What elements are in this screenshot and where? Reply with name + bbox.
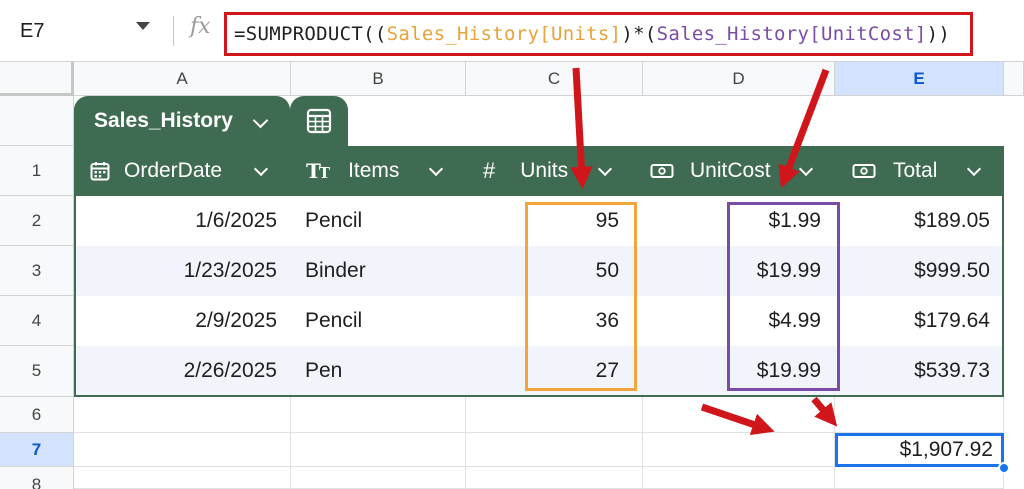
column-header-b[interactable]: B	[291, 62, 466, 96]
cell-e8[interactable]	[835, 467, 1004, 489]
text-type-icon: TT	[306, 159, 330, 183]
table-header-units[interactable]: # Units	[483, 146, 568, 196]
column-header-e[interactable]: E	[835, 62, 1004, 96]
row-header-8[interactable]: 8	[0, 467, 74, 489]
table-grid-icon	[306, 108, 332, 134]
cell-item[interactable]: Binder	[305, 246, 465, 296]
currency-icon	[650, 164, 674, 178]
select-all-corner[interactable]	[0, 62, 74, 96]
table-name: Sales_History	[94, 109, 233, 132]
column-header-c[interactable]: C	[466, 62, 643, 96]
unitcost-column-highlight	[727, 202, 840, 391]
cell-c8[interactable]	[466, 467, 643, 489]
table-header-unitcost[interactable]: UnitCost	[650, 146, 771, 196]
row-header-6[interactable]: 6	[0, 397, 74, 433]
cell-total[interactable]: $999.50	[835, 246, 990, 296]
row-header-4[interactable]: 4	[0, 296, 74, 346]
cell-a7[interactable]	[74, 433, 291, 467]
column-header-f[interactable]	[1004, 62, 1024, 96]
cell-orderdate[interactable]: 1/23/2025	[74, 246, 277, 296]
table-view-button[interactable]	[290, 96, 348, 146]
row-header-1[interactable]: 1	[0, 146, 74, 196]
number-sign-icon: #	[483, 158, 496, 183]
column-header-d[interactable]: D	[643, 62, 835, 96]
cell-d7[interactable]	[643, 433, 835, 467]
cell-total[interactable]: $539.73	[835, 346, 990, 396]
cell-item[interactable]: Pencil	[305, 296, 465, 346]
cell-c6[interactable]	[466, 397, 643, 433]
row-header-5[interactable]: 5	[0, 346, 74, 397]
row-header-2[interactable]: 2	[0, 196, 74, 246]
currency-icon	[852, 164, 876, 178]
calendar-icon	[90, 162, 110, 181]
header-label: UnitCost	[690, 159, 771, 182]
row-header-7[interactable]: 7	[0, 433, 74, 467]
fill-handle[interactable]	[998, 462, 1010, 474]
result-value: $1,907.92	[899, 438, 993, 461]
row-header-blank	[0, 96, 74, 146]
cell-orderdate[interactable]: 2/9/2025	[74, 296, 277, 346]
cell-a6[interactable]	[74, 397, 291, 433]
cell-item[interactable]: Pen	[305, 346, 465, 396]
cell-orderdate[interactable]: 2/26/2025	[74, 346, 277, 396]
cell-d6[interactable]	[643, 397, 835, 433]
cell-a8[interactable]	[74, 467, 291, 489]
header-label: OrderDate	[124, 159, 223, 182]
header-label: Total	[893, 159, 938, 182]
units-column-highlight	[525, 202, 637, 391]
table-header-items[interactable]: TT Items	[306, 146, 399, 196]
column-header-a[interactable]: A	[74, 62, 291, 96]
table-header-total[interactable]: Total	[852, 146, 937, 196]
cell-b7[interactable]	[291, 433, 466, 467]
active-cell-e7[interactable]: $1,907.92	[835, 433, 1004, 467]
cell-b8[interactable]	[291, 467, 466, 489]
cell-b6[interactable]	[291, 397, 466, 433]
table-header-orderdate[interactable]: OrderDate	[90, 146, 222, 196]
header-label: Units	[520, 159, 569, 182]
cell-d8[interactable]	[643, 467, 835, 489]
cell-c7[interactable]	[466, 433, 643, 467]
cell-total[interactable]: $179.64	[835, 296, 990, 346]
cell-orderdate[interactable]: 1/6/2025	[74, 196, 277, 246]
cell-e6[interactable]	[835, 397, 1004, 433]
cell-item[interactable]: Pencil	[305, 196, 465, 246]
row-header-3[interactable]: 3	[0, 246, 74, 296]
header-label: Items	[348, 159, 400, 182]
cell-total[interactable]: $189.05	[835, 196, 990, 246]
